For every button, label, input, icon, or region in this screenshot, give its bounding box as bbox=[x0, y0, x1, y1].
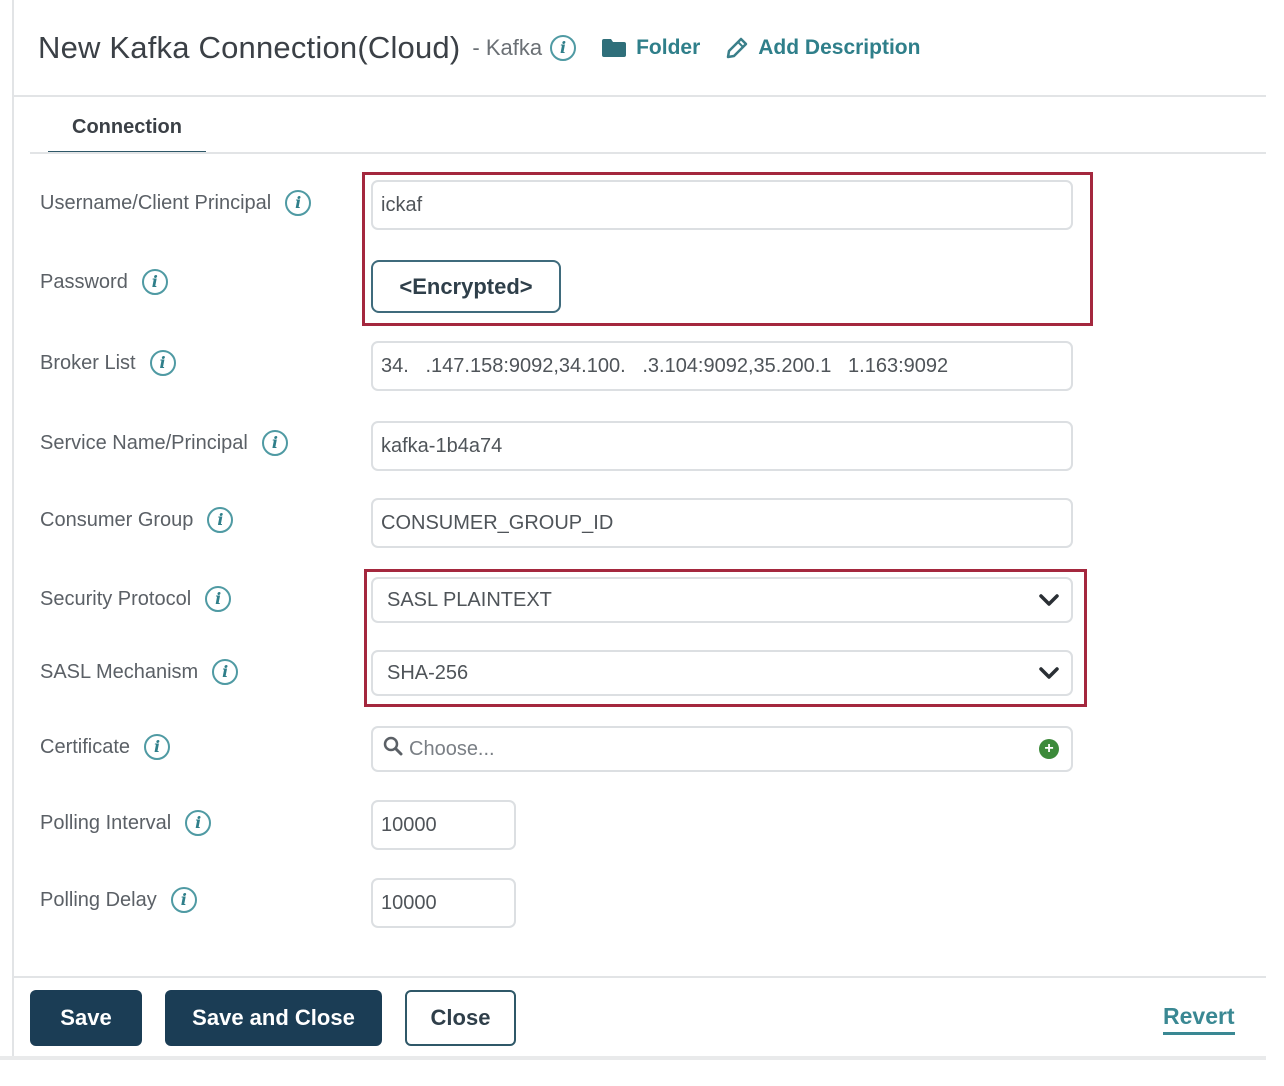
password-label: Password bbox=[40, 270, 128, 293]
plus-circle-icon[interactable]: + bbox=[1039, 739, 1059, 759]
certificate-placeholder: Choose... bbox=[409, 737, 495, 760]
username-label: Username/Client Principal bbox=[40, 191, 272, 214]
polling-interval-label-row: Polling Interval i bbox=[40, 810, 212, 836]
info-icon[interactable]: i bbox=[141, 269, 168, 295]
sasl-mechanism-select[interactable]: SHA-256 bbox=[371, 650, 1073, 696]
header-divider bbox=[14, 95, 1266, 97]
info-icon[interactable]: i bbox=[207, 507, 234, 533]
certificate-label-row: Certificate i bbox=[40, 734, 171, 760]
chevron-down-icon bbox=[1039, 666, 1059, 680]
info-icon[interactable]: i bbox=[261, 430, 288, 456]
info-icon[interactable]: i bbox=[212, 659, 239, 685]
broker-list-label: Broker List bbox=[40, 351, 136, 374]
sasl-mechanism-label: SASL Mechanism bbox=[40, 660, 199, 683]
sasl-mechanism-label-row: SASL Mechanism i bbox=[40, 659, 239, 685]
info-icon[interactable]: i bbox=[285, 190, 312, 216]
certificate-label: Certificate bbox=[40, 735, 131, 758]
close-button[interactable]: Close bbox=[405, 990, 516, 1046]
folder-link[interactable]: Folder bbox=[602, 36, 700, 60]
info-icon[interactable]: i bbox=[149, 350, 176, 376]
left-border bbox=[12, 0, 14, 1056]
folder-icon bbox=[602, 39, 627, 57]
broker-list-label-row: Broker List i bbox=[40, 350, 176, 376]
consumer-group-input[interactable]: CONSUMER_GROUP_ID bbox=[371, 498, 1073, 548]
service-name-input[interactable]: kafka-1b4a74 bbox=[371, 421, 1073, 471]
security-protocol-label: Security Protocol bbox=[40, 587, 192, 610]
polling-interval-label: Polling Interval bbox=[40, 811, 172, 834]
consumer-group-label: Consumer Group bbox=[40, 508, 194, 531]
info-icon[interactable]: i bbox=[144, 734, 171, 760]
footer-divider bbox=[14, 976, 1266, 978]
pencil-icon bbox=[726, 37, 748, 59]
tab-divider bbox=[30, 152, 1266, 154]
polling-delay-label-row: Polling Delay i bbox=[40, 887, 197, 913]
tab-connection[interactable]: Connection bbox=[48, 112, 206, 154]
save-button[interactable]: Save bbox=[30, 990, 142, 1046]
bottom-border bbox=[0, 1056, 1266, 1060]
polling-interval-input[interactable]: 10000 bbox=[371, 800, 516, 850]
info-icon[interactable]: i bbox=[205, 586, 232, 612]
page-title: New Kafka Connection(Cloud) bbox=[38, 30, 461, 65]
page-header: New Kafka Connection(Cloud) - Kafka i Fo… bbox=[38, 26, 920, 70]
service-name-label-row: Service Name/Principal i bbox=[40, 430, 288, 456]
folder-label: Folder bbox=[636, 36, 701, 59]
search-icon bbox=[383, 736, 403, 762]
certificate-picker[interactable]: Choose... + bbox=[371, 726, 1073, 772]
info-icon[interactable]: i bbox=[185, 810, 212, 836]
info-icon[interactable]: i bbox=[550, 35, 577, 61]
security-protocol-label-row: Security Protocol i bbox=[40, 586, 232, 612]
security-protocol-value: SASL PLAINTEXT bbox=[387, 588, 552, 611]
sasl-mechanism-value: SHA-256 bbox=[387, 661, 469, 684]
info-icon[interactable]: i bbox=[170, 887, 197, 913]
connection-type: - Kafka bbox=[472, 35, 543, 60]
service-name-label: Service Name/Principal bbox=[40, 431, 248, 454]
broker-list-input[interactable]: 34. .147.158:9092,34.100. .3.104:9092,35… bbox=[371, 341, 1073, 391]
polling-delay-label: Polling Delay bbox=[40, 888, 157, 911]
add-description-link[interactable]: Add Description bbox=[726, 36, 920, 60]
password-label-row: Password i bbox=[40, 269, 168, 295]
revert-link[interactable]: Revert bbox=[1163, 1003, 1235, 1035]
password-encrypted-button[interactable]: <Encrypted> bbox=[371, 260, 561, 313]
save-and-close-button[interactable]: Save and Close bbox=[165, 990, 382, 1046]
polling-delay-input[interactable]: 10000 bbox=[371, 878, 516, 928]
security-protocol-select[interactable]: SASL PLAINTEXT bbox=[371, 577, 1073, 623]
chevron-down-icon bbox=[1039, 593, 1059, 607]
username-label-row: Username/Client Principal i bbox=[40, 190, 312, 216]
consumer-group-label-row: Consumer Group i bbox=[40, 507, 234, 533]
add-description-label: Add Description bbox=[758, 36, 921, 59]
username-input[interactable]: ickaf bbox=[371, 180, 1073, 230]
